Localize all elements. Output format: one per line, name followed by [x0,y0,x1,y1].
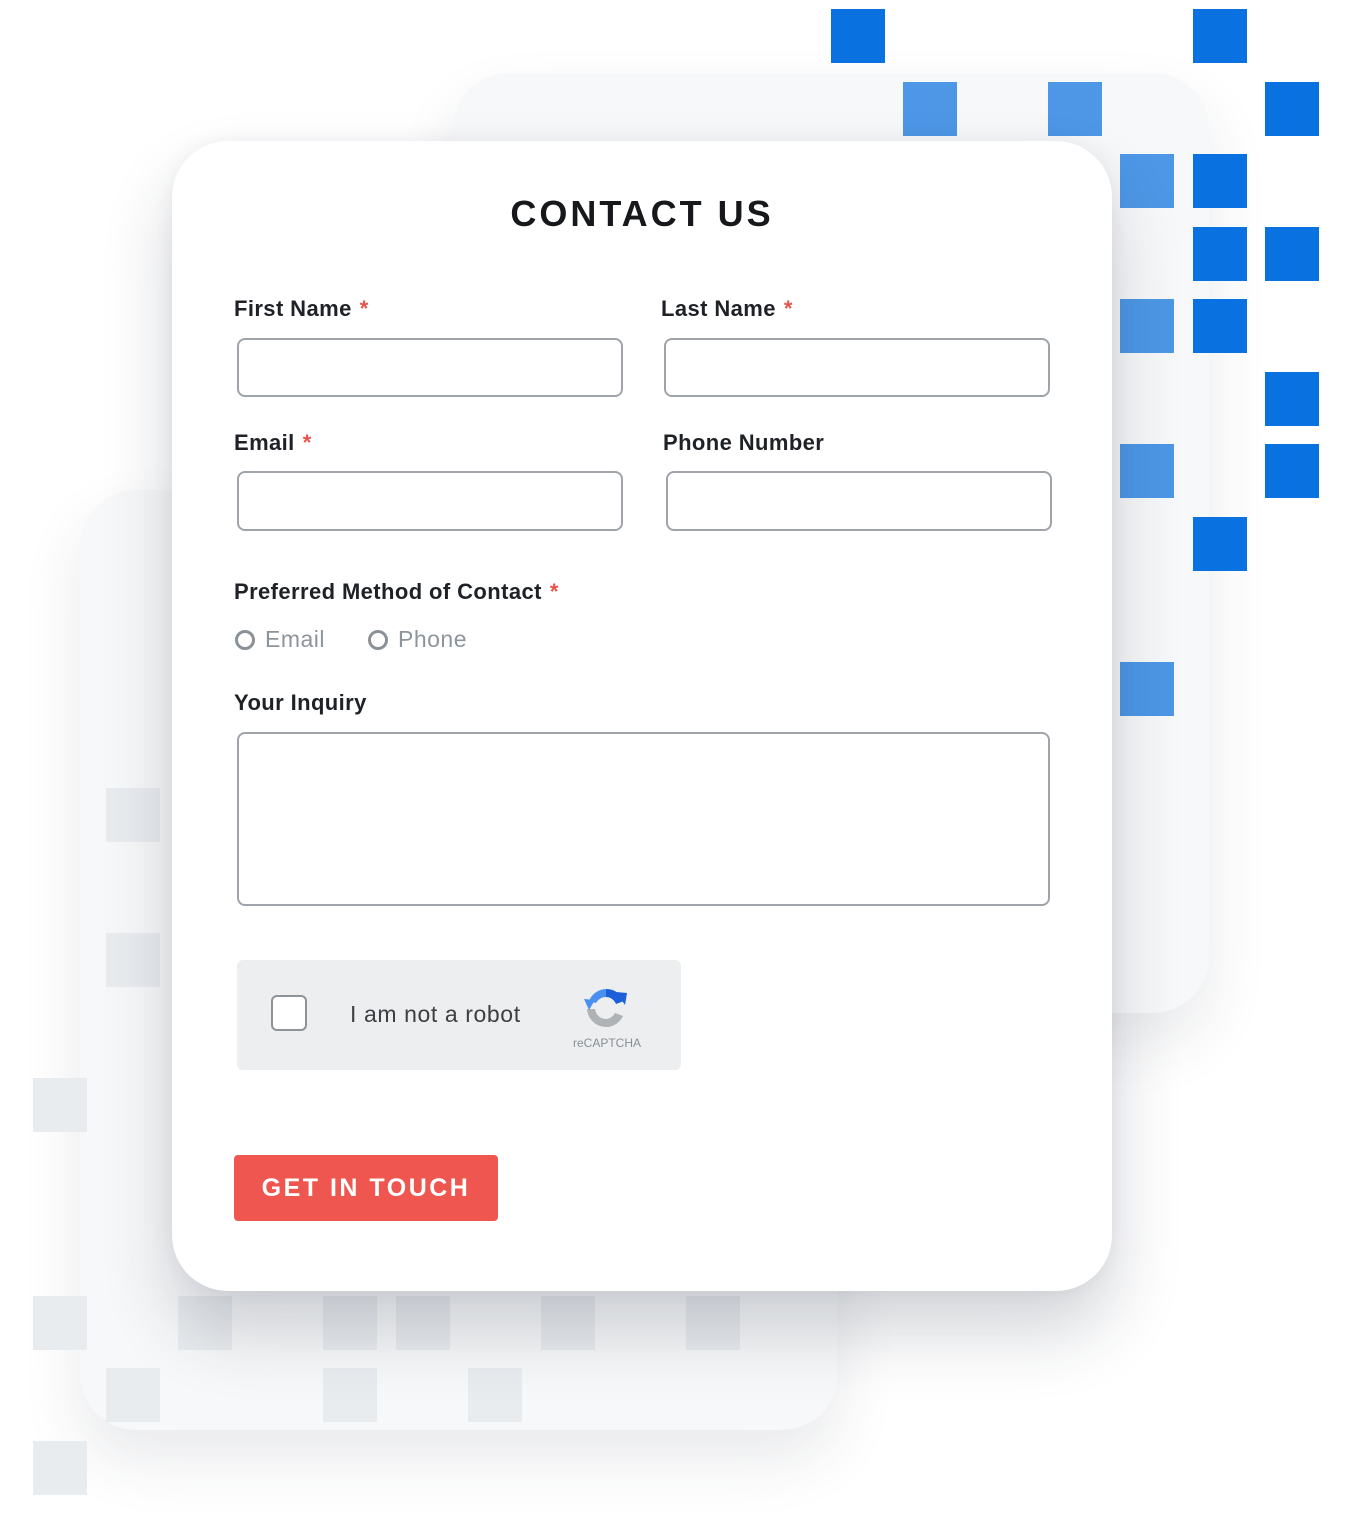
first-name-input[interactable] [237,338,623,397]
phone-number-input[interactable] [666,471,1052,531]
last-name-input[interactable] [664,338,1050,397]
decor-square [1120,444,1174,498]
recaptcha-label: I am not a robot [350,1001,521,1027]
phone-number-label: Phone Number [663,430,824,456]
decor-square [1120,662,1174,716]
recaptcha-brand: reCAPTCHA [572,1036,641,1050]
decor-square [468,1368,522,1422]
radio-option-email[interactable]: Email [235,626,325,653]
get-in-touch-button[interactable]: GET IN TOUCH [234,1155,498,1221]
decor-square [541,1296,595,1350]
radio-label-phone: Phone [398,626,468,652]
form-title: CONTACT US [510,193,774,234]
decor-square [323,1368,377,1422]
decor-square [1193,154,1247,208]
recaptcha-widget: I am not a robot reCAPTCHA [237,960,681,1070]
decor-square [903,82,957,136]
recaptcha-checkbox[interactable] [271,995,307,1031]
decor-square [106,788,160,842]
decor-square [1265,444,1319,498]
decor-square [831,9,885,63]
decor-square [323,1296,377,1350]
decor-square [1193,227,1247,281]
decor-square [686,1296,740,1350]
phone-number-label-text: Phone Number [663,430,825,455]
email-label: Email * [234,430,312,456]
required-marker: * [359,296,369,321]
decor-square [1265,372,1319,426]
email-label-text: Email [234,430,295,455]
decor-square [106,933,160,987]
decor-square [33,1078,87,1132]
last-name-label-text: Last Name [661,296,776,321]
preferred-contact-label-text: Preferred Method of Contact [234,579,542,604]
inquiry-label-text: Your Inquiry [234,690,367,715]
inquiry-label: Your Inquiry [234,690,367,716]
inquiry-textarea[interactable] [237,732,1050,906]
radio-button-phone[interactable] [368,629,388,650]
radio-button-email[interactable] [235,629,255,650]
email-input[interactable] [237,471,623,531]
first-name-label-text: First Name [234,296,352,321]
decor-square [1265,82,1319,136]
decor-square [1120,154,1174,208]
decor-square [33,1296,87,1350]
required-marker: * [302,430,312,455]
decor-square [396,1296,450,1350]
first-name-label: First Name * [234,296,369,322]
decor-square [178,1296,232,1350]
decor-square [1120,299,1174,353]
required-marker: * [783,296,793,321]
decor-square [1265,227,1319,281]
contact-form-card: CONTACT US First Name * Last Name * Email *… [172,141,1112,1291]
recaptcha-logo-icon [584,988,627,1027]
radio-label-email: Email [265,626,326,652]
decor-square [1193,299,1247,353]
decor-square [1193,9,1247,63]
last-name-label: Last Name * [661,296,793,322]
required-marker: * [549,579,559,604]
radio-option-phone[interactable]: Phone [368,626,467,653]
decor-square [1048,82,1102,136]
decor-square [33,1441,87,1495]
decor-square [1193,517,1247,571]
decor-square [106,1368,160,1422]
preferred-contact-label: Preferred Method of Contact * [234,579,559,605]
